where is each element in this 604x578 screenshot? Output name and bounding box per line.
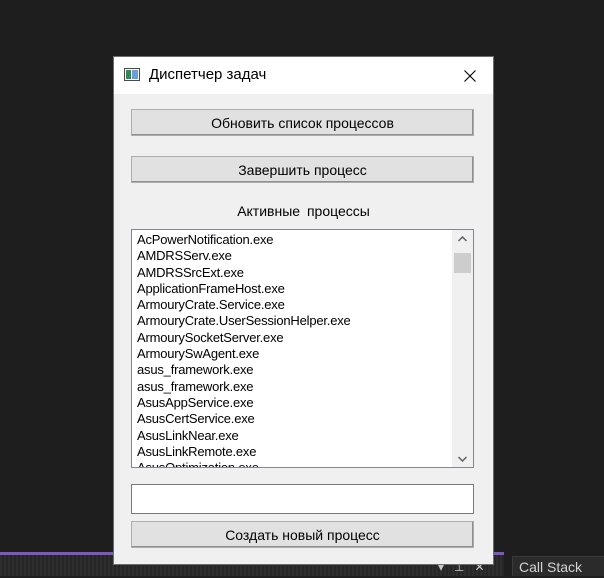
tab-call-stack[interactable]: Call Stack	[512, 556, 604, 576]
refresh-processes-button[interactable]: Обновить список процессов	[131, 109, 474, 136]
list-item[interactable]: AMDRSSrcExt.exe	[137, 265, 447, 281]
new-process-input[interactable]	[131, 484, 474, 514]
close-button[interactable]	[447, 57, 493, 94]
title-bar: Диспетчер задач	[114, 57, 493, 94]
list-item[interactable]: ArmourySwAgent.exe	[137, 346, 447, 362]
task-manager-icon	[124, 68, 140, 81]
list-item[interactable]: AcPowerNotification.exe	[137, 232, 447, 248]
list-item[interactable]: ArmouryCrate.UserSessionHelper.exe	[137, 313, 447, 329]
list-item[interactable]: ApplicationFrameHost.exe	[137, 281, 447, 297]
list-item[interactable]: ArmouryCrate.Service.exe	[137, 297, 447, 313]
process-listbox[interactable]: AcPowerNotification.exe AMDRSServ.exe AMDR…	[131, 229, 474, 468]
scroll-thumb[interactable]	[454, 253, 471, 273]
list-item[interactable]: AsusLinkRemote.exe	[137, 444, 447, 460]
chevron-down-icon	[458, 455, 467, 462]
vertical-scrollbar[interactable]	[452, 230, 473, 467]
kill-process-button[interactable]: Завершить процесс	[131, 156, 474, 183]
scroll-down-button[interactable]	[452, 450, 473, 467]
create-process-button[interactable]: Создать новый процесс	[131, 521, 474, 548]
list-item[interactable]: AsusLinkNear.exe	[137, 428, 447, 444]
chevron-up-icon	[458, 235, 467, 242]
list-item[interactable]: AsusOptimization.exe	[137, 460, 447, 467]
active-processes-label: Активные процессы	[237, 203, 370, 219]
scroll-up-button[interactable]	[452, 230, 473, 247]
list-item[interactable]: asus_framework.exe	[137, 362, 447, 378]
window-title: Диспетчер задач	[149, 66, 267, 83]
list-item[interactable]: AMDRSServ.exe	[137, 248, 447, 264]
task-manager-window: Диспетчер задач Обновить список процессо…	[114, 57, 493, 564]
list-item[interactable]: AsusCertService.exe	[137, 411, 447, 427]
close-icon	[464, 69, 476, 82]
list-item[interactable]: ArmourySocketServer.exe	[137, 330, 447, 346]
list-item[interactable]: AsusAppService.exe	[137, 395, 447, 411]
list-item[interactable]: asus_framework.exe	[137, 379, 447, 395]
process-list: AcPowerNotification.exe AMDRSServ.exe AMDR…	[137, 232, 447, 467]
